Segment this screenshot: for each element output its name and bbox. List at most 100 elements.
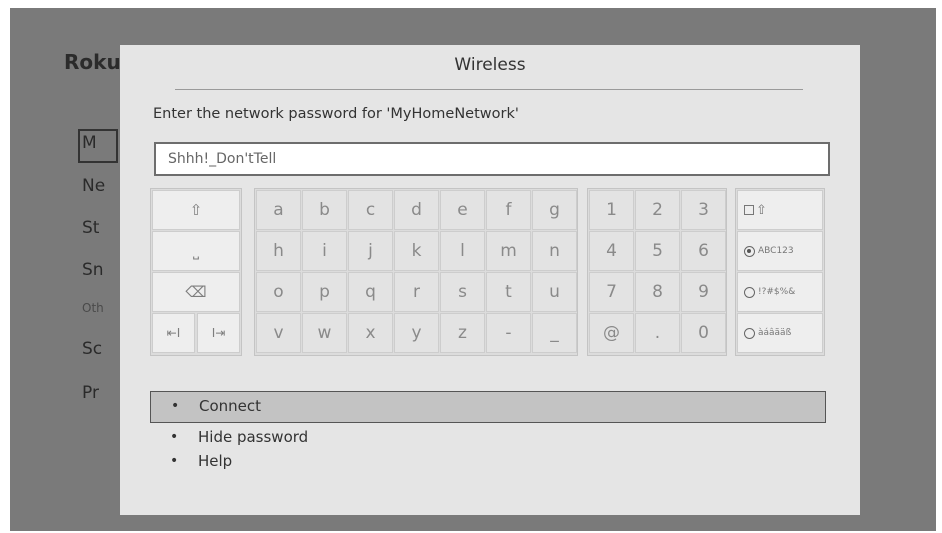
key-label: j — [368, 241, 373, 261]
letter-key[interactable]: - — [486, 313, 531, 353]
shift-icon: ⇧ — [189, 201, 203, 219]
help-option[interactable]: • Help — [150, 449, 826, 473]
letter-key[interactable]: q — [348, 272, 393, 312]
digit-key[interactable]: 9 — [681, 272, 726, 312]
key-label: p — [319, 282, 330, 302]
letter-key[interactable]: i — [302, 231, 347, 271]
digit-key[interactable]: 1 — [589, 190, 634, 230]
backspace-icon: ⌫ — [185, 283, 207, 301]
shift-key[interactable]: ⇧ — [152, 190, 240, 230]
key-label: l — [460, 241, 465, 261]
caps-lock-key[interactable]: ⇧ — [737, 190, 823, 230]
letter-key[interactable]: u — [532, 272, 577, 312]
letter-key[interactable]: y — [394, 313, 439, 353]
key-label: n — [549, 241, 560, 261]
option-label: Help — [198, 452, 233, 470]
digit-key[interactable]: 6 — [681, 231, 726, 271]
roku-logo: Roku — [64, 50, 121, 74]
bg-menu-item: M — [82, 133, 97, 153]
hide-password-option[interactable]: • Hide password — [150, 425, 826, 449]
connect-option[interactable]: • Connect — [150, 391, 826, 423]
key-label: c — [365, 200, 376, 220]
letter-key[interactable]: f — [486, 190, 531, 230]
key-label: @ — [603, 323, 620, 343]
keyboard-letter-keys: a b c d e f g h i j k l m n o p q r s t u v w x y z - _ — [254, 188, 578, 356]
radio-icon — [744, 245, 755, 257]
key-label: - — [505, 323, 512, 343]
letter-key[interactable]: p — [302, 272, 347, 312]
digit-key[interactable]: . — [635, 313, 680, 353]
digit-key[interactable]: 3 — [681, 190, 726, 230]
letter-key[interactable]: n — [532, 231, 577, 271]
key-label: e — [457, 200, 468, 220]
letter-key[interactable]: t — [486, 272, 531, 312]
option-label: Connect — [199, 397, 262, 415]
keyboard-number-keys: 1 2 3 4 5 6 7 8 9 @. 0 — [587, 188, 727, 356]
password-input[interactable]: Shhh!_Don'tTell — [154, 142, 830, 176]
letter-key[interactable]: v — [256, 313, 301, 353]
key-label: 0 — [698, 323, 709, 343]
letter-key[interactable]: g — [532, 190, 577, 230]
space-icon: ⎵ — [192, 242, 199, 260]
digit-key[interactable]: 4 — [589, 231, 634, 271]
mode-label: ABC123 — [758, 246, 794, 256]
key-label: d — [411, 200, 422, 220]
letter-key[interactable]: s — [440, 272, 485, 312]
keyboard-control-keys: ⇧ ⎵ ⌫ ⇤I I⇥ — [150, 188, 242, 356]
letter-key[interactable]: h — [256, 231, 301, 271]
digit-key[interactable]: 8 — [635, 272, 680, 312]
letter-key[interactable]: x — [348, 313, 393, 353]
letter-key[interactable]: c — [348, 190, 393, 230]
letter-key[interactable]: z — [440, 313, 485, 353]
mode-abc123-key[interactable]: ABC123 — [737, 231, 823, 271]
key-label: f — [505, 200, 512, 220]
title-divider — [175, 89, 803, 90]
cursor-right-key[interactable]: I⇥ — [197, 313, 240, 353]
key-label: u — [549, 282, 560, 302]
key-label: b — [319, 200, 330, 220]
options-list: • Connect • Hide password • Help — [150, 391, 826, 473]
caps-lock-icon: ⇧ — [756, 202, 767, 218]
mode-symbols-key[interactable]: !?#$%& — [737, 272, 823, 312]
key-label: y — [411, 323, 422, 343]
space-key[interactable]: ⎵ — [152, 231, 240, 271]
letter-key[interactable]: r — [394, 272, 439, 312]
bg-menu-item: St — [82, 218, 100, 238]
key-label: 8 — [652, 282, 663, 302]
key-label: z — [458, 323, 467, 343]
letter-key[interactable]: k — [394, 231, 439, 271]
key-label: i — [322, 241, 327, 261]
letter-key[interactable]: b — [302, 190, 347, 230]
bg-menu-item: Sn — [82, 260, 104, 280]
keyboard-mode-keys: ⇧ ABC123 !?#$%& àáâãäß — [735, 188, 825, 356]
key-label: 4 — [606, 241, 617, 261]
option-label: Hide password — [198, 428, 309, 446]
backspace-key[interactable]: ⌫ — [152, 272, 240, 312]
mode-label: àáâãäß — [758, 328, 792, 338]
digit-key[interactable]: @ — [589, 313, 634, 353]
digit-key[interactable]: 7 — [589, 272, 634, 312]
letter-key[interactable]: w — [302, 313, 347, 353]
letter-key[interactable]: m — [486, 231, 531, 271]
bullet-icon: • — [170, 453, 179, 469]
letter-key[interactable]: d — [394, 190, 439, 230]
key-label: k — [411, 241, 422, 261]
digit-key[interactable]: 5 — [635, 231, 680, 271]
mode-accents-key[interactable]: àáâãäß — [737, 313, 823, 353]
key-label: 6 — [698, 241, 709, 261]
bg-menu-item: Pr — [82, 383, 99, 403]
letter-key[interactable]: _ — [532, 313, 577, 353]
bullet-icon: • — [170, 429, 179, 445]
letter-key[interactable]: e — [440, 190, 485, 230]
digit-key[interactable]: 0 — [681, 313, 726, 353]
key-label: g — [549, 200, 560, 220]
cursor-left-key[interactable]: ⇤I — [152, 313, 195, 353]
digit-key[interactable]: 2 — [635, 190, 680, 230]
letter-key[interactable]: o — [256, 272, 301, 312]
bg-menu-item: Sc — [82, 339, 103, 359]
radio-icon — [744, 286, 755, 298]
letter-key[interactable]: a — [256, 190, 301, 230]
tv-screen: Roku M Ne St Sn Oth Sc Pr Wireless Enter… — [10, 8, 936, 531]
letter-key[interactable]: l — [440, 231, 485, 271]
letter-key[interactable]: j — [348, 231, 393, 271]
